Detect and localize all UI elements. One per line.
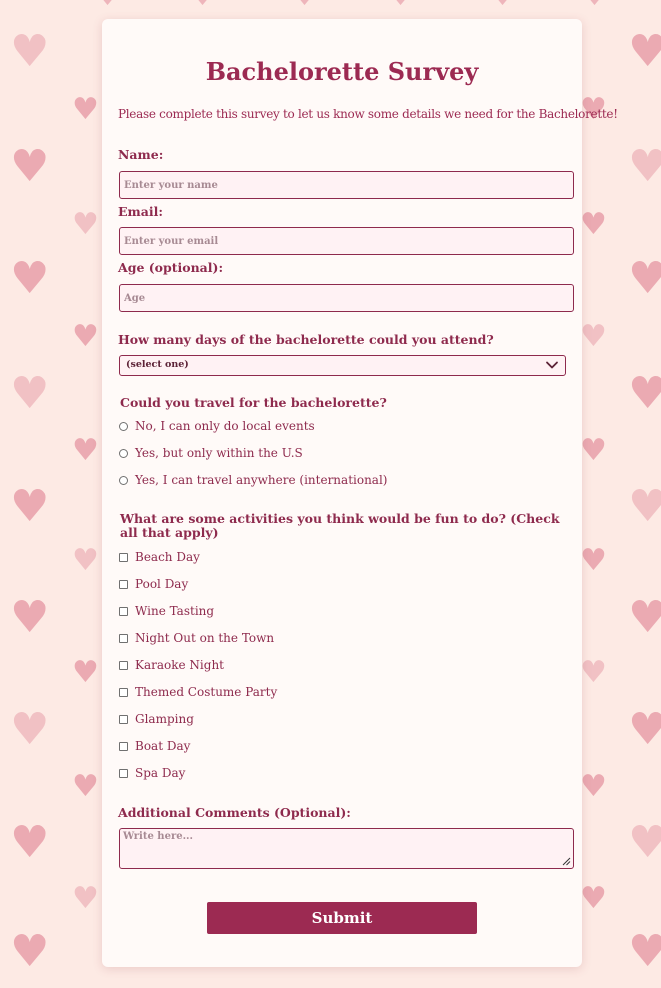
comments-textarea[interactable] <box>119 828 574 869</box>
heart-icon: ♥ <box>388 0 413 10</box>
comments-label: Additional Comments (Optional): <box>118 805 351 820</box>
travel-option[interactable]: Yes, but only within the U.S <box>119 445 303 461</box>
heart-icon: ♥ <box>10 253 50 304</box>
heart-icon: ♥ <box>72 769 99 804</box>
heart-icon: ♥ <box>10 368 50 419</box>
travel-option-label: Yes, but only within the U.S <box>135 446 303 460</box>
activity-option[interactable]: Night Out on the Town <box>119 630 274 646</box>
name-label: Name: <box>118 147 164 162</box>
travel-option[interactable]: No, I can only do local events <box>119 418 315 434</box>
activity-option[interactable]: Karaoke Night <box>119 657 224 673</box>
heart-icon: ♥ <box>72 655 99 690</box>
activity-option[interactable]: Spa Day <box>119 765 185 781</box>
heart-icon: ♥ <box>580 655 607 690</box>
heart-icon: ♥ <box>580 319 607 354</box>
activity-label: Spa Day <box>135 766 186 780</box>
travel-option[interactable]: Yes, I can travel anywhere (internationa… <box>119 472 387 488</box>
travel-option-label: No, I can only do local events <box>135 419 315 433</box>
activity-label: Wine Tasting <box>135 604 215 618</box>
activity-label: Pool Day <box>135 577 189 591</box>
activity-checkbox[interactable] <box>119 579 128 589</box>
heart-icon: ♥ <box>580 769 607 804</box>
activity-label: Glamping <box>135 712 194 726</box>
heart-icon: ♥ <box>10 26 50 77</box>
age-input[interactable] <box>119 284 574 312</box>
travel-question: Could you travel for the bachelorette? <box>120 395 387 410</box>
heart-icon: ♥ <box>95 0 120 10</box>
heart-icon: ♥ <box>628 141 661 192</box>
days-question: How many days of the bachelorette could … <box>118 332 494 347</box>
email-input[interactable] <box>119 227 574 255</box>
travel-radio[interactable] <box>119 421 128 431</box>
activity-option[interactable]: Wine Tasting <box>119 603 214 619</box>
heart-icon: ♥ <box>628 368 661 419</box>
heart-icon: ♥ <box>490 0 515 10</box>
heart-icon: ♥ <box>72 319 99 354</box>
survey-intro: Please complete this survey to let us kn… <box>118 107 618 121</box>
heart-icon: ♥ <box>190 0 215 10</box>
email-label: Email: <box>118 204 163 219</box>
heart-icon: ♥ <box>580 881 607 916</box>
activity-checkbox[interactable] <box>119 660 128 670</box>
activity-label: Themed Costume Party <box>135 685 278 699</box>
heart-icon: ♥ <box>10 481 50 532</box>
heart-icon: ♥ <box>10 817 50 868</box>
activity-label: Boat Day <box>135 739 191 753</box>
heart-icon: ♥ <box>582 0 607 10</box>
activity-option[interactable]: Themed Costume Party <box>119 684 277 700</box>
age-label: Age (optional): <box>118 260 224 275</box>
heart-icon: ♥ <box>628 926 661 977</box>
heart-icon: ♥ <box>628 26 661 77</box>
activity-checkbox[interactable] <box>119 687 128 697</box>
activity-label: Night Out on the Town <box>135 631 275 645</box>
heart-icon: ♥ <box>72 433 99 468</box>
heart-icon: ♥ <box>580 433 607 468</box>
heart-icon: ♥ <box>628 592 661 643</box>
travel-radio[interactable] <box>119 448 128 458</box>
survey-card: Bachelorette Survey Please complete this… <box>102 19 618 967</box>
days-select-value: (select one) <box>126 359 189 370</box>
heart-icon: ♥ <box>10 592 50 643</box>
activity-option[interactable]: Boat Day <box>119 738 190 754</box>
heart-icon: ♥ <box>72 92 99 127</box>
resize-grip-icon[interactable] <box>561 856 571 866</box>
heart-icon: ♥ <box>10 141 50 192</box>
heart-icon: ♥ <box>580 543 607 578</box>
name-input[interactable] <box>119 171 574 199</box>
heart-icon: ♥ <box>580 207 607 242</box>
heart-icon: ♥ <box>292 0 317 10</box>
page-title: Bachelorette Survey <box>205 57 479 86</box>
heart-icon: ♥ <box>10 926 50 977</box>
heart-icon: ♥ <box>72 207 99 242</box>
travel-option-label: Yes, I can travel anywhere (internationa… <box>135 473 388 487</box>
heart-icon: ♥ <box>628 704 661 755</box>
submit-button[interactable]: Submit <box>207 902 477 934</box>
activity-checkbox[interactable] <box>119 714 128 724</box>
days-select[interactable]: (select one) <box>119 355 566 376</box>
activity-checkbox[interactable] <box>119 768 128 778</box>
heart-icon: ♥ <box>628 481 661 532</box>
heart-icon: ♥ <box>628 817 661 868</box>
chevron-down-icon <box>546 361 558 369</box>
activity-label: Karaoke Night <box>135 658 224 672</box>
activity-checkbox[interactable] <box>119 552 128 562</box>
heart-icon: ♥ <box>72 543 99 578</box>
activity-option[interactable]: Glamping <box>119 711 194 727</box>
activity-checkbox[interactable] <box>119 741 128 751</box>
heart-icon: ♥ <box>10 704 50 755</box>
activity-checkbox[interactable] <box>119 606 128 616</box>
activity-option[interactable]: Beach Day <box>119 549 200 565</box>
activity-label: Beach Day <box>135 550 200 564</box>
activity-option[interactable]: Pool Day <box>119 576 188 592</box>
activity-checkbox[interactable] <box>119 633 128 643</box>
heart-icon: ♥ <box>72 881 99 916</box>
travel-radio[interactable] <box>119 475 128 485</box>
activities-question: What are some activities you think would… <box>120 511 560 540</box>
heart-icon: ♥ <box>628 253 661 304</box>
